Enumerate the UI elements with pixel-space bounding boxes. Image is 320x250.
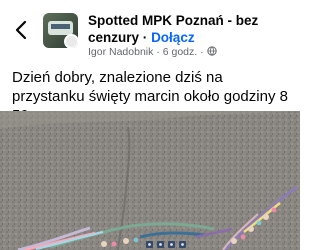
chevron-left-icon [15,20,27,40]
author-name[interactable]: Igor Nadobnik [88,46,153,58]
author-avatar[interactable] [64,34,78,48]
meta-separator: · [156,46,160,58]
meta-separator: · [200,46,204,58]
join-button[interactable]: Dołącz [151,30,195,45]
group-avatar[interactable] [43,13,78,48]
tram-image [48,21,73,35]
globe-icon [206,46,217,56]
post-photo[interactable] [0,111,300,250]
back-button[interactable] [10,18,34,42]
pavement-bracelet-image [0,111,300,250]
group-title: Spotted MPK Poznań - bez cenzury · Dołąc… [88,12,293,46]
post-header: Spotted MPK Poznań - bez cenzury · Dołąc… [0,0,300,62]
post-time[interactable]: 6 godz. [163,46,197,58]
post-meta: Igor Nadobnik · 6 godz. · [88,46,217,58]
separator-dot: · [142,30,148,45]
